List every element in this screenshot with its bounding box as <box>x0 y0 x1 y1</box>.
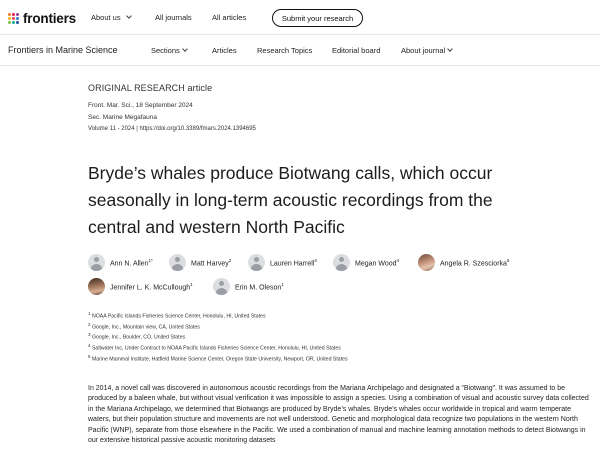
avatar <box>88 254 105 271</box>
nav-sections-label: Sections <box>151 46 180 55</box>
journal-name-link[interactable]: Frontiers in Marine Science <box>8 45 118 55</box>
article-abstract: In 2014, a novel call was discovered in … <box>88 385 589 445</box>
chevron-down-icon <box>181 46 188 52</box>
affiliation-item: 4 Saltwater Inc, Under Contract to NOAA … <box>88 343 341 352</box>
article-volume-doi[interactable]: Volume 11 - 2024 | https://doi.org/10.33… <box>88 126 256 132</box>
article-type: ORIGINAL RESEARCH article <box>88 83 213 93</box>
nav-articles-label: Articles <box>212 46 237 55</box>
author-matt-harvey[interactable]: Matt Harvey2 <box>169 254 231 271</box>
nav-all-articles[interactable]: All articles <box>212 13 246 22</box>
article-citation: Front. Mar. Sci., 18 September 2024 <box>88 102 193 109</box>
nav-research-topics-label: Research Topics <box>257 46 313 55</box>
affiliations-list: 1 NOAA Pacific Islands Fisheries Science… <box>88 310 348 364</box>
author-name: Angela R. Szesciorka5 <box>440 257 510 268</box>
frontiers-logo-icon <box>8 12 20 25</box>
nav-sections[interactable]: Sections <box>151 46 188 55</box>
article-title: Bryde’s whales produce Biotwang calls, w… <box>88 163 493 237</box>
avatar <box>213 278 230 295</box>
author-name: Jennifer L. K. McCullough1 <box>110 281 193 292</box>
avatar <box>88 278 105 295</box>
nav-all-journals-label: All journals <box>155 13 192 22</box>
avatar <box>333 254 350 271</box>
author-lauren-harrell[interactable]: Lauren Harrell3 <box>248 254 317 271</box>
affiliation-item: 3 Google, Inc., Boulder, CO, United Stat… <box>88 332 186 342</box>
nav-editorial-board[interactable]: Editorial board <box>332 46 380 55</box>
nav-editorial-board-label: Editorial board <box>332 46 381 55</box>
affiliation-item: 5 Marine Mammal Institute, Hatfield Mari… <box>88 353 348 363</box>
nav-all-articles-label: All articles <box>212 13 247 22</box>
top-navigation-bar: frontiers About us All journals All arti… <box>0 0 600 35</box>
nav-about-journal[interactable]: About journal <box>401 46 454 55</box>
chevron-down-icon <box>447 46 454 52</box>
chevron-down-icon <box>125 13 132 19</box>
nav-research-topics[interactable]: Research Topics <box>257 46 312 55</box>
nav-all-journals[interactable]: All journals <box>155 13 192 22</box>
author-ann-allen[interactable]: Ann N. Allen1* <box>88 254 153 271</box>
author-jennifer-mccullough[interactable]: Jennifer L. K. McCullough1 <box>88 278 193 295</box>
affiliation-item: 1 NOAA Pacific Islands Fisheries Science… <box>88 311 266 320</box>
avatar <box>418 254 435 271</box>
author-angela-szesciorka[interactable]: Angela R. Szesciorka5 <box>418 254 509 271</box>
author-megan-wood[interactable]: Megan Wood4 <box>333 254 399 271</box>
logo-text: frontiers <box>23 11 76 26</box>
author-name: Ann N. Allen1* <box>110 257 153 268</box>
nav-about-us-label: About us <box>91 13 121 22</box>
article-section[interactable]: Sec. Marine Megafauna <box>88 114 157 121</box>
avatar <box>248 254 265 271</box>
nav-articles[interactable]: Articles <box>212 46 237 55</box>
author-name: Matt Harvey2 <box>191 257 232 268</box>
journal-navigation-bar: Frontiers in Marine Science Sections Art… <box>0 36 600 66</box>
frontiers-logo[interactable]: frontiers <box>8 11 76 26</box>
submit-research-button[interactable]: Submit your research <box>272 9 363 27</box>
author-erin-oleson[interactable]: Erin M. Oleson1 <box>213 278 284 295</box>
author-name: Megan Wood4 <box>355 257 400 268</box>
nav-about-journal-label: About journal <box>401 46 446 55</box>
affiliation-item: 2 Google, Inc., Mountain view, CA, Unite… <box>88 321 200 331</box>
avatar <box>169 254 186 271</box>
nav-about-us[interactable]: About us <box>91 13 132 22</box>
author-name: Lauren Harrell3 <box>270 257 317 268</box>
author-name: Erin M. Oleson1 <box>235 281 284 292</box>
